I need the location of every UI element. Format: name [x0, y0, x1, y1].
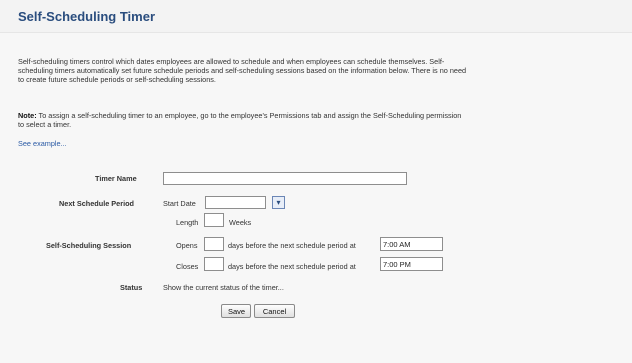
- closes-suffix-text: days before the next schedule period at: [228, 262, 356, 271]
- status-label: Status: [120, 283, 143, 292]
- opens-suffix-text: days before the next schedule period at: [228, 241, 356, 250]
- opens-time-input[interactable]: [380, 237, 443, 251]
- start-date-label: Start Date: [163, 199, 196, 208]
- see-example-link[interactable]: See example...: [18, 139, 67, 148]
- closes-label: Closes: [176, 262, 199, 271]
- timer-name-label: Timer Name: [95, 174, 137, 183]
- show-status-link[interactable]: Show the current status of the timer...: [163, 283, 284, 292]
- closes-time-input[interactable]: [380, 257, 443, 271]
- opens-label: Opens: [176, 241, 198, 250]
- closes-days-input[interactable]: [204, 257, 224, 271]
- note-text: To assign a self-scheduling timer to an …: [18, 111, 462, 129]
- page-title: Self-Scheduling Timer: [18, 9, 156, 24]
- cancel-button[interactable]: Cancel: [254, 304, 295, 318]
- self-scheduling-session-label: Self-Scheduling Session: [46, 241, 132, 250]
- length-weeks-input[interactable]: [204, 213, 224, 227]
- weeks-label: Weeks: [229, 218, 252, 227]
- description-text: Self-scheduling timers control which dat…: [18, 57, 467, 84]
- next-schedule-period-label: Next Schedule Period: [59, 199, 135, 208]
- start-date-input[interactable]: [205, 196, 266, 209]
- note-label: Note:: [18, 111, 37, 120]
- opens-days-input[interactable]: [204, 237, 224, 251]
- calendar-icon[interactable]: ▾: [272, 196, 285, 209]
- save-button[interactable]: Save: [221, 304, 251, 318]
- length-label: Length: [176, 218, 199, 227]
- timer-name-input[interactable]: [163, 172, 407, 185]
- note-paragraph: Note: To assign a self-scheduling timer …: [18, 111, 468, 129]
- header-bar: Self-Scheduling Timer: [0, 0, 632, 33]
